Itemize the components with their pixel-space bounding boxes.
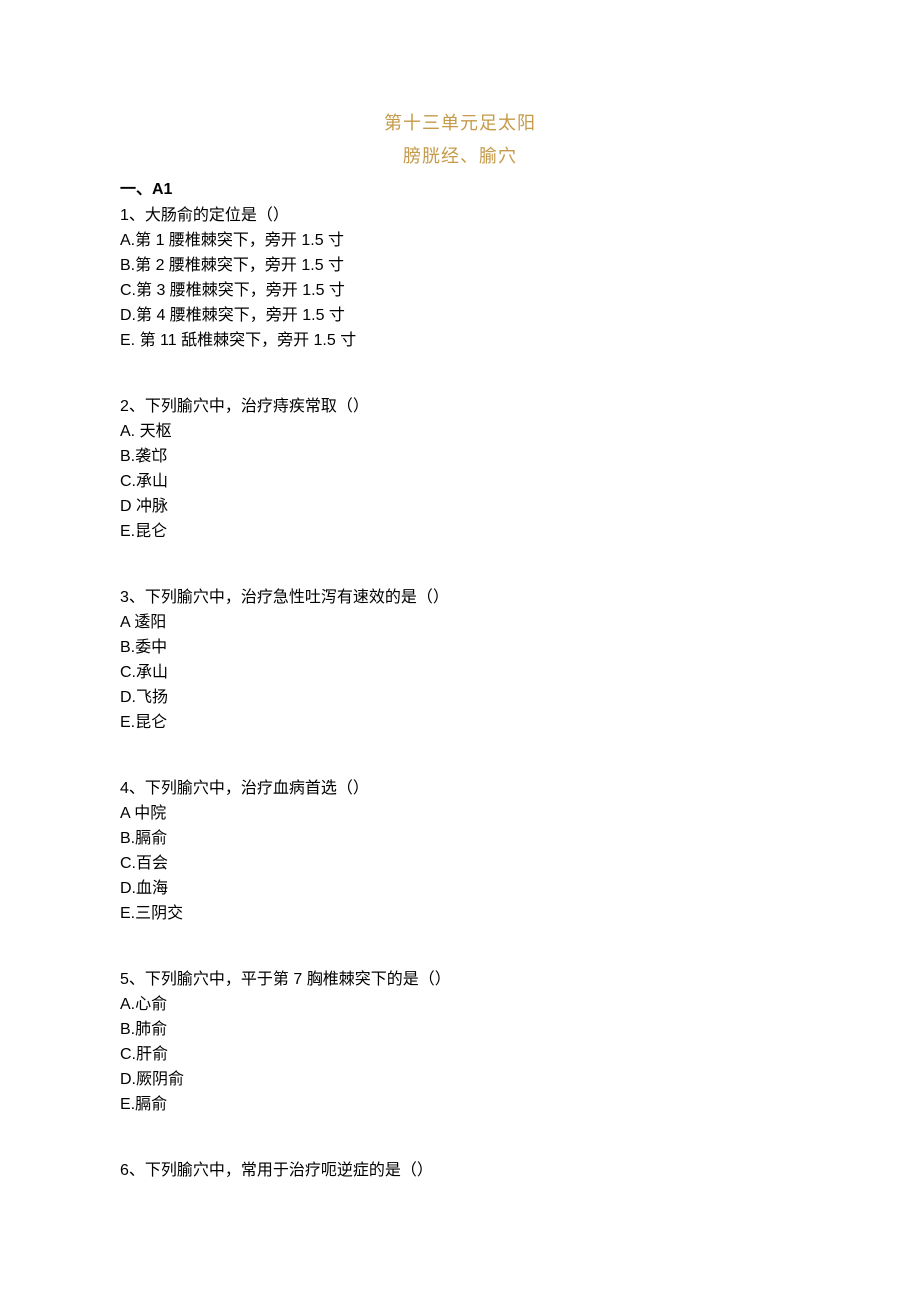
question-option: A.心俞 (120, 993, 800, 1017)
question-option: C.承山 (120, 661, 800, 685)
question-stem: 3、下列腧穴中，治疗急性吐泻有速效的是（） (120, 586, 800, 610)
document-page: 第十三单元足太阳 膀胱经、腧穴 一、A1 1、大肠俞的定位是（）A.第 1 腰椎… (0, 0, 920, 1301)
question-list: 1、大肠俞的定位是（）A.第 1 腰椎棘突下，旁开 1.5 寸B.第 2 腰椎棘… (120, 204, 800, 1183)
question-option: A.第 1 腰椎棘突下，旁开 1.5 寸 (120, 229, 800, 253)
question-option: D.血海 (120, 877, 800, 901)
question-option: C.第 3 腰椎棘突下，旁开 1.5 寸 (120, 279, 800, 303)
question-option: E. 第 11 舐椎棘突下，旁开 1.5 寸 (120, 329, 800, 353)
question-option: B.肺俞 (120, 1018, 800, 1042)
question-option: B.委中 (120, 636, 800, 660)
question-stem: 2、下列腧穴中，治疗痔疾常取（） (120, 395, 800, 419)
question-stem: 1、大肠俞的定位是（） (120, 204, 800, 228)
question-option: A. 天枢 (120, 420, 800, 444)
question-option: E.三阴交 (120, 902, 800, 926)
question-block: 1、大肠俞的定位是（）A.第 1 腰椎棘突下，旁开 1.5 寸B.第 2 腰椎棘… (120, 204, 800, 353)
question-block: 5、下列腧穴中，平于第 7 胸椎棘突下的是（）A.心俞B.肺俞C.肝俞D.厥阴俞… (120, 968, 800, 1117)
question-option: D 冲脉 (120, 495, 800, 519)
question-option: E.昆仑 (120, 711, 800, 735)
question-block: 6、下列腧穴中，常用于治疗呃逆症的是（） (120, 1159, 800, 1183)
section-label: 一、A1 (120, 178, 800, 202)
question-option: A 中院 (120, 802, 800, 826)
question-option: C.承山 (120, 470, 800, 494)
question-option: B.第 2 腰椎棘突下，旁开 1.5 寸 (120, 254, 800, 278)
question-option: E.昆仑 (120, 520, 800, 544)
question-option: A 逶阳 (120, 611, 800, 635)
question-option: B.膈俞 (120, 827, 800, 851)
title-line-1: 第十三单元足太阳 (120, 110, 800, 137)
question-block: 3、下列腧穴中，治疗急性吐泻有速效的是（）A 逶阳B.委中C.承山D.飞扬E.昆… (120, 586, 800, 735)
question-block: 2、下列腧穴中，治疗痔疾常取（）A. 天枢B.袭邙C.承山D 冲脉E.昆仑 (120, 395, 800, 544)
title-line-2: 膀胱经、腧穴 (120, 143, 800, 170)
question-option: E.膈俞 (120, 1093, 800, 1117)
question-option: D.第 4 腰椎棘突下，旁开 1.5 寸 (120, 304, 800, 328)
question-option: B.袭邙 (120, 445, 800, 469)
question-stem: 4、下列腧穴中，治疗血病首选（） (120, 777, 800, 801)
question-block: 4、下列腧穴中，治疗血病首选（）A 中院B.膈俞C.百会D.血海E.三阴交 (120, 777, 800, 926)
question-stem: 5、下列腧穴中，平于第 7 胸椎棘突下的是（） (120, 968, 800, 992)
question-option: C.肝俞 (120, 1043, 800, 1067)
question-option: D.飞扬 (120, 686, 800, 710)
question-option: D.厥阴俞 (120, 1068, 800, 1092)
question-stem: 6、下列腧穴中，常用于治疗呃逆症的是（） (120, 1159, 800, 1183)
question-option: C.百会 (120, 852, 800, 876)
